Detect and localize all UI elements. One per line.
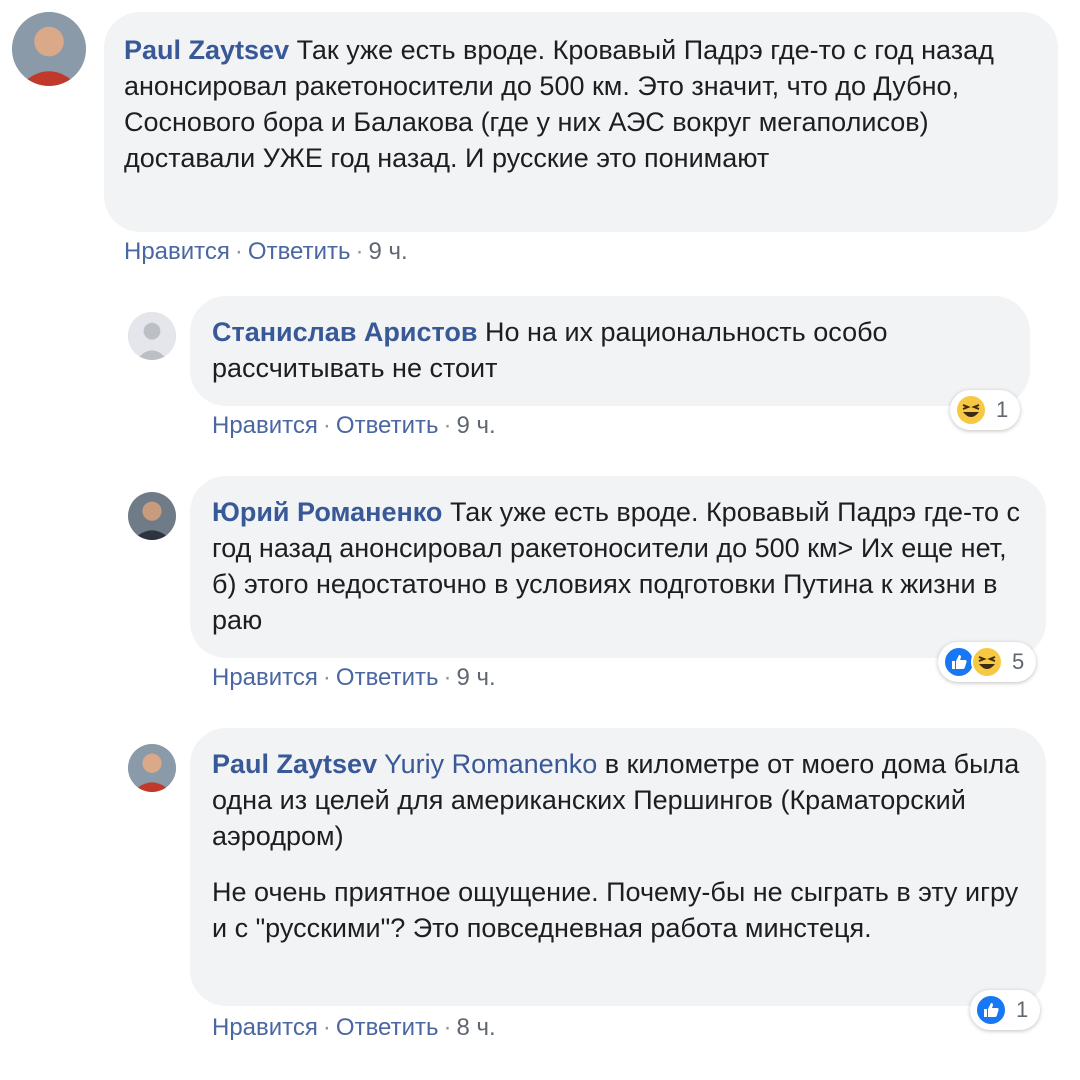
timestamp[interactable]: 9 ч. <box>369 238 408 265</box>
timestamp[interactable]: 9 ч. <box>457 664 496 691</box>
user-photo-icon <box>12 12 86 86</box>
like-button[interactable]: Нравится <box>212 664 318 691</box>
like-icon <box>975 994 1007 1026</box>
author-name[interactable]: Юрий Романенко <box>212 497 442 527</box>
comment-actions: Нравится · Ответить · 9 ч. <box>212 412 496 439</box>
user-photo-icon <box>128 744 176 792</box>
like-button[interactable]: Нравится <box>212 412 318 439</box>
avatar[interactable] <box>128 744 176 792</box>
comment-bubble: Станислав Аристов Но на их рациональност… <box>190 296 1030 406</box>
comment-bubble: Paul Zaytsev Yuriy Romanenko в километре… <box>190 728 1046 1006</box>
timestamp[interactable]: 9 ч. <box>457 412 496 439</box>
author-name[interactable]: Paul Zaytsev <box>124 35 289 65</box>
timestamp[interactable]: 8 ч. <box>457 1014 496 1041</box>
author-name[interactable]: Станислав Аристов <box>212 317 478 347</box>
comment-actions: Нравится · Ответить · 9 ч. <box>212 664 496 691</box>
comment-text: Станислав Аристов Но на их рациональност… <box>212 317 888 383</box>
comment-text: Paul Zaytsev Yuriy Romanenko в километре… <box>212 749 1020 851</box>
reply-button[interactable]: Ответить <box>336 664 439 691</box>
user-photo-icon <box>128 492 176 540</box>
default-avatar-icon <box>128 312 176 360</box>
avatar[interactable] <box>12 12 86 86</box>
author-name[interactable]: Paul Zaytsev <box>212 749 377 779</box>
reaction-summary[interactable]: 5 <box>938 642 1037 682</box>
reply-button[interactable]: Ответить <box>248 238 351 265</box>
reaction-count: 5 <box>1012 649 1025 674</box>
comment-actions: Нравится · Ответить · 8 ч. <box>212 1014 496 1041</box>
mention-link[interactable]: Yuriy Romanenko <box>384 749 597 779</box>
reaction-summary[interactable]: 1 <box>970 990 1041 1030</box>
reaction-summary[interactable]: 1 <box>950 390 1021 430</box>
comment-text: Не очень приятное ощущение. Почему-бы не… <box>212 877 1019 943</box>
avatar[interactable] <box>128 492 176 540</box>
reaction-count: 1 <box>1016 997 1029 1022</box>
haha-icon <box>955 394 987 426</box>
comment-actions: Нравится · Ответить · 9 ч. <box>124 238 408 265</box>
reply-button[interactable]: Ответить <box>336 412 439 439</box>
avatar[interactable] <box>128 312 176 360</box>
comment-text: Юрий Романенко Так уже есть вроде. Крова… <box>212 497 1021 635</box>
reply-button[interactable]: Ответить <box>336 1014 439 1041</box>
haha-icon <box>971 646 1003 678</box>
comment-bubble: Юрий Романенко Так уже есть вроде. Крова… <box>190 476 1046 658</box>
comment-text: Paul Zaytsev Так уже есть вроде. Кровавы… <box>124 35 994 173</box>
reaction-count: 1 <box>996 397 1009 422</box>
like-button[interactable]: Нравится <box>124 238 230 265</box>
comment-bubble: Paul Zaytsev Так уже есть вроде. Кровавы… <box>104 12 1058 232</box>
like-button[interactable]: Нравится <box>212 1014 318 1041</box>
